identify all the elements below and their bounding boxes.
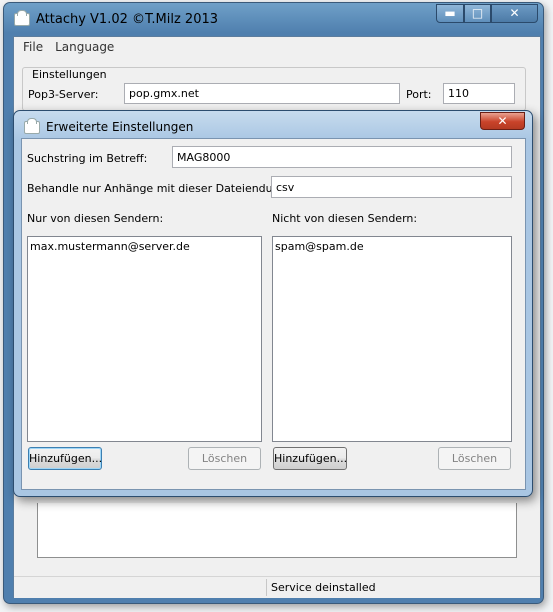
status-separator [266,579,267,596]
dialog-client-area: Suchstring im Betreff: Behandle nur Anhä… [21,138,526,490]
status-bar: Service deinstalled [14,576,540,598]
deny-delete-button[interactable]: Löschen [438,447,511,470]
port-input[interactable] [443,83,515,104]
menu-file[interactable]: File [23,40,43,54]
dialog-icon [24,117,40,134]
menu-bar: File Language [14,37,540,57]
menu-language[interactable]: Language [55,40,114,54]
deny-senders-list[interactable]: spam@spam.de [272,236,512,442]
dialog-title-bar[interactable]: Erweiterte Einstellungen [24,117,194,135]
settings-legend: Einstellungen [29,68,110,81]
deny-add-button[interactable]: Hinzufügen... [273,447,347,470]
window-title: Attachy V1.02 ©T.Milz 2013 [36,11,219,27]
subject-label: Suchstring im Betreff: [27,152,148,165]
allow-add-button[interactable]: Hinzufügen... [28,447,102,470]
dialog-title: Erweiterte Einstellungen [46,120,194,134]
allow-senders-label: Nur von diesen Sendern: [27,212,164,225]
minimize-button[interactable]: ▬ [436,4,464,23]
pop3-server-input[interactable] [124,83,400,104]
allow-delete-button[interactable]: Löschen [188,447,261,470]
dialog-close-button[interactable]: ✕ [480,112,525,130]
port-label: Port: [406,88,432,101]
pop3-label: Pop3-Server: [28,88,99,101]
deny-senders-label: Nicht von diesen Sendern: [272,212,418,225]
log-box[interactable] [37,503,517,558]
app-icon [14,9,30,26]
extension-label: Behandle nur Anhänge mit dieser Dateiend… [27,182,291,195]
close-button[interactable]: ✕ [491,4,538,23]
title-bar[interactable]: Attachy V1.02 ©T.Milz 2013 [14,9,219,28]
list-item[interactable]: max.mustermann@server.de [30,240,259,254]
list-item[interactable]: spam@spam.de [275,240,509,254]
status-text: Service deinstalled [271,581,376,594]
allow-senders-list[interactable]: max.mustermann@server.de [27,236,262,442]
subject-input[interactable] [172,146,512,168]
maximize-button[interactable]: □ [464,4,491,23]
advanced-settings-dialog: Erweiterte Einstellungen ✕ Suchstring im… [13,110,533,497]
extension-input[interactable] [271,176,512,198]
